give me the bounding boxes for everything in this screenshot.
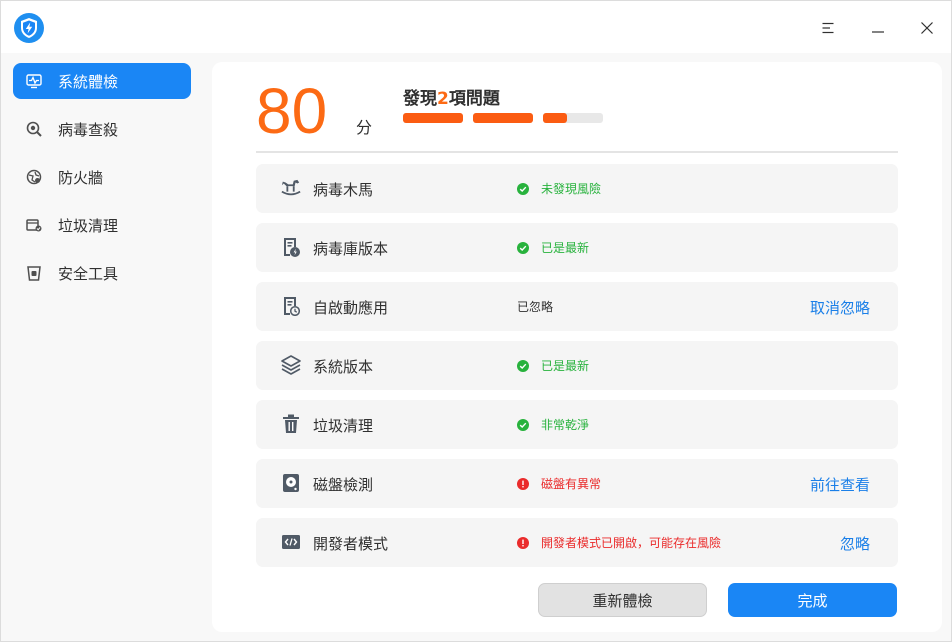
rescan-button[interactable]: 重新體檢: [538, 583, 707, 617]
check-status: 開發者模式已開啟，可能存在風險: [517, 534, 721, 551]
sidebar-item-virus-scan[interactable]: 病毒查殺: [13, 111, 191, 147]
ignore-link[interactable]: 忽略: [840, 533, 870, 554]
rocking-horse-icon: [281, 178, 301, 198]
check-name: 垃圾清理: [313, 417, 374, 435]
check-status: 已是最新: [517, 357, 589, 374]
titlebar: [1, 1, 951, 53]
check-row-system-version: 系統版本 已是最新: [256, 341, 898, 390]
check-row-disk: 磁盤檢測 磁盤有異常 前往查看: [256, 459, 898, 508]
issues-title: 發現2項問題: [403, 89, 500, 109]
score-value: 80: [256, 75, 328, 147]
check-row-cleanup: 垃圾清理 非常乾淨: [256, 400, 898, 449]
check-circle-icon: [517, 182, 529, 195]
autostart-app-icon: [281, 296, 301, 316]
toolbox-icon: [26, 265, 42, 281]
check-row-trojan: 病毒木馬 未發現風險: [256, 164, 898, 213]
sidebar: 系統體檢 病毒查殺 防火牆 垃圾清理 安全工具: [1, 53, 202, 641]
minimize-icon: [872, 31, 884, 33]
view-details-link[interactable]: 前往查看: [810, 474, 870, 495]
issues-progress: [403, 113, 603, 123]
virus-scan-icon: [26, 121, 42, 137]
sidebar-item-label: 病毒查殺: [58, 120, 119, 139]
sidebar-item-firewall[interactable]: 防火牆: [13, 159, 191, 195]
check-circle-icon: [517, 241, 529, 254]
check-status: 已忽略: [517, 300, 554, 314]
check-name: 自啟動應用: [313, 299, 389, 317]
check-status: 已是最新: [517, 239, 589, 256]
progress-segment: [403, 113, 463, 123]
sidebar-item-label: 垃圾清理: [58, 216, 119, 235]
sidebar-item-label: 系統體檢: [58, 72, 119, 91]
disk-icon: [281, 473, 301, 493]
menu-button[interactable]: [813, 13, 843, 43]
check-name: 開發者模式: [313, 535, 389, 553]
check-row-developer-mode: 開發者模式 開發者模式已開啟，可能存在風險 忽略: [256, 518, 898, 567]
unignore-link[interactable]: 取消忽略: [810, 297, 870, 318]
close-button[interactable]: [912, 13, 942, 43]
firewall-icon: [26, 169, 42, 185]
check-name: 病毒木馬: [313, 181, 374, 199]
main-content: 80 分 發現2項問題 病毒木馬 未發現風險 病毒庫版本 已是最新 自啟動應用 …: [212, 62, 942, 632]
check-row-virus-db: 病毒庫版本 已是最新: [256, 223, 898, 272]
check-row-autostart: 自啟動應用 已忽略 取消忽略: [256, 282, 898, 331]
progress-segment: [543, 113, 603, 123]
check-status: 未發現風險: [517, 180, 601, 197]
sidebar-item-label: 安全工具: [58, 264, 119, 283]
sidebar-item-cleanup[interactable]: 垃圾清理: [13, 207, 191, 243]
sidebar-item-label: 防火牆: [58, 168, 104, 187]
check-name: 系統版本: [313, 358, 374, 376]
error-circle-icon: [517, 536, 529, 549]
trash-icon: [281, 414, 301, 434]
sidebar-item-security-tools[interactable]: 安全工具: [13, 255, 191, 291]
cleanup-icon: [26, 217, 42, 233]
check-status: 磁盤有異常: [517, 475, 601, 492]
check-name: 病毒庫版本: [313, 240, 389, 258]
score-unit: 分: [356, 118, 373, 137]
issues-count: 2: [437, 89, 449, 109]
check-status: 非常乾淨: [517, 416, 589, 433]
app-window: 系統體檢 病毒查殺 防火牆 垃圾清理 安全工具 80 分 發現2項問題 病毒木馬…: [0, 0, 952, 642]
progress-segment: [473, 113, 533, 123]
layers-icon: [281, 355, 301, 375]
error-circle-icon: [517, 477, 529, 490]
code-window-icon: [281, 532, 301, 552]
check-name: 磁盤檢測: [313, 476, 374, 494]
app-logo-icon: [14, 13, 44, 43]
monitor-pulse-icon: [26, 73, 42, 89]
minimize-button[interactable]: [863, 13, 893, 43]
close-icon: [921, 22, 933, 34]
virus-database-icon: [281, 237, 301, 257]
check-circle-icon: [517, 359, 529, 372]
done-button[interactable]: 完成: [728, 583, 897, 617]
sidebar-item-system-check[interactable]: 系統體檢: [13, 63, 191, 99]
menu-icon: [822, 22, 834, 34]
check-circle-icon: [517, 418, 529, 431]
divider: [256, 151, 898, 153]
